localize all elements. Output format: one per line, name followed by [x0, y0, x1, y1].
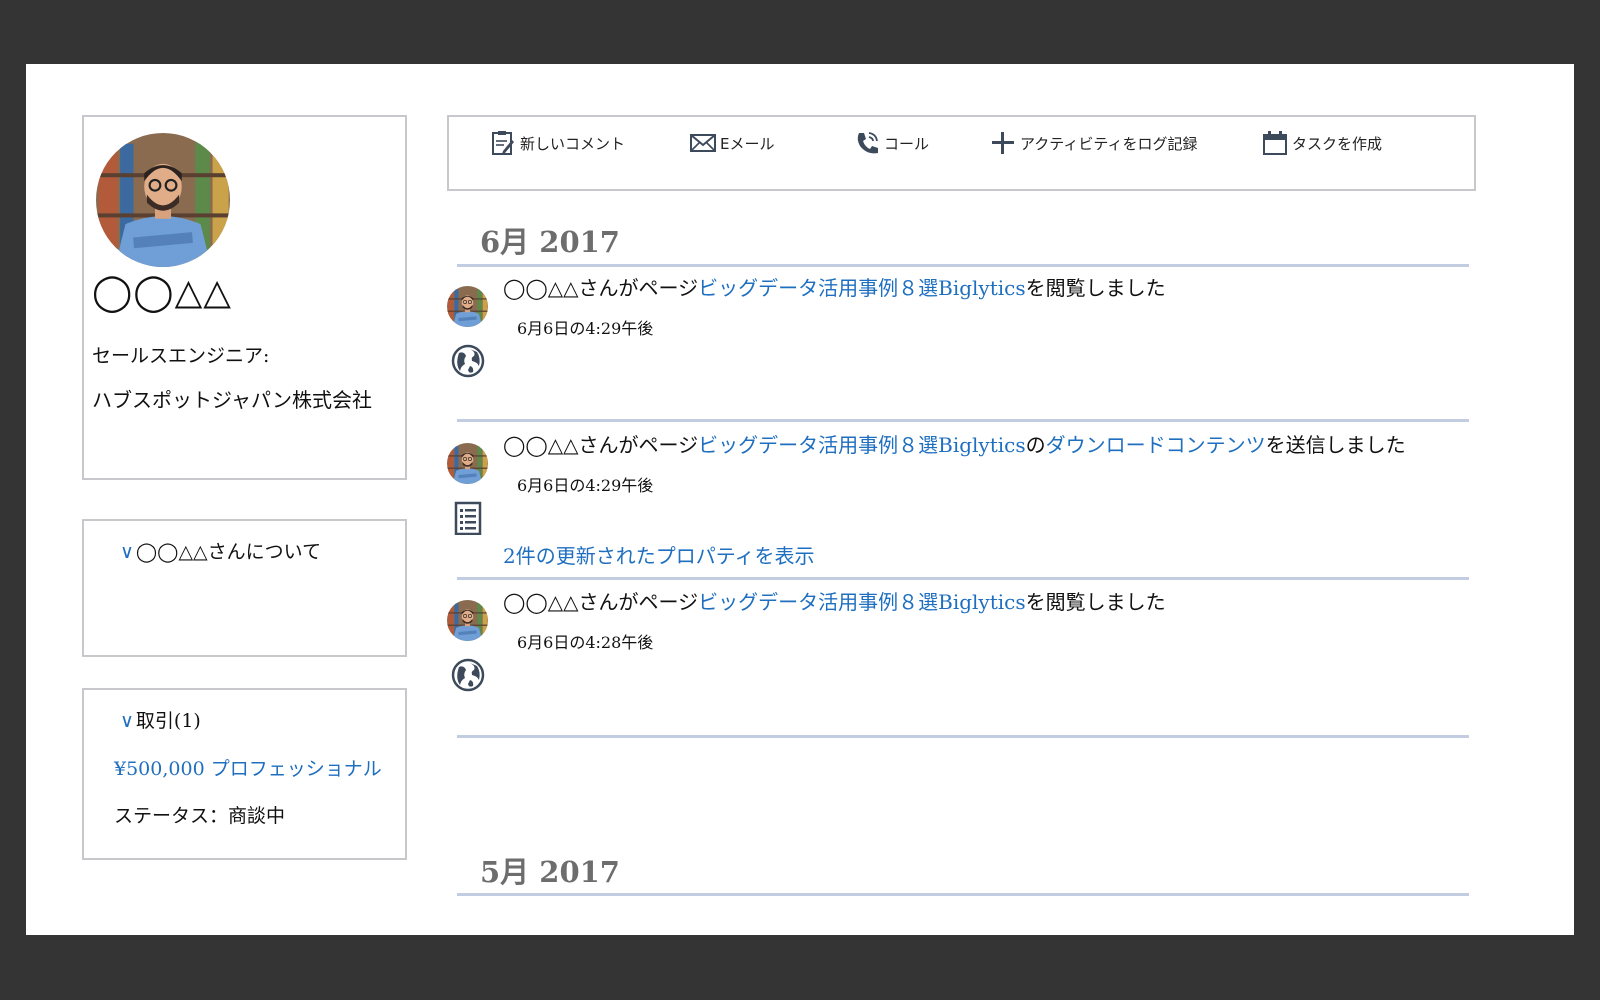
- avatar: [447, 600, 488, 641]
- item-divider: [457, 735, 1469, 738]
- page-link[interactable]: ビッグデータ活用事例８選Biglytics: [698, 276, 1026, 300]
- about-section-card: ∨ ◯◯△△さんについて: [82, 519, 407, 657]
- deals-section-card: ∨ 取引(1) ¥500,000 プロフェッショナル ステータス：商談中: [82, 688, 407, 860]
- about-section-label: ◯◯△△さんについて: [135, 541, 322, 563]
- deals-section-toggle[interactable]: ∨ 取引(1): [120, 706, 201, 733]
- email-label: Eメール: [720, 134, 775, 153]
- activity-text: を閲覧しました: [1025, 276, 1166, 300]
- deals-section-label: 取引(1): [135, 710, 201, 732]
- activity-text: を送信しました: [1265, 433, 1406, 457]
- deal-status: ステータス：商談中: [114, 805, 286, 827]
- globe-icon: [451, 344, 485, 378]
- month-header: 5月 2017: [480, 855, 620, 889]
- month-header: 6月 2017: [480, 225, 620, 259]
- call-label: コール: [884, 134, 930, 153]
- activity-description: ◯◯△△さんがページビッグデータ活用事例８選Biglyticsのダウンロードコン…: [503, 429, 1406, 458]
- plus-icon: [992, 132, 1014, 154]
- note-edit-icon: [492, 131, 514, 155]
- about-section-toggle[interactable]: ∨ ◯◯△△さんについて: [120, 537, 321, 564]
- activity-description: ◯◯△△さんがページビッグデータ活用事例８選Biglyticsを閲覧しました: [503, 586, 1166, 615]
- month-divider: [457, 264, 1469, 267]
- activity-toolbar: 新しいコメント Eメール コール アクティビティをログ記録 タスクを作成: [447, 115, 1476, 191]
- show-properties-link[interactable]: 2件の更新されたプロパティを表示: [503, 540, 815, 569]
- chevron-down-icon: ∨: [120, 710, 134, 732]
- log-activity-button[interactable]: アクティビティをログ記録: [989, 129, 1197, 157]
- activity-timestamp: 6月6日の4:28午後: [517, 633, 654, 652]
- calendar-icon: [1263, 131, 1287, 155]
- create-task-label: タスクを作成: [1292, 134, 1383, 153]
- globe-icon: [451, 658, 485, 692]
- chevron-down-icon: ∨: [120, 541, 134, 563]
- call-button[interactable]: コール: [853, 129, 929, 157]
- page-link[interactable]: ビッグデータ活用事例８選Biglytics: [698, 433, 1026, 457]
- content-link[interactable]: ダウンロードコンテンツ: [1046, 433, 1266, 457]
- contact-name: ◯◯△△: [92, 272, 232, 313]
- form-icon: [454, 501, 482, 535]
- activity-text: ◯◯△△さんがページ: [503, 276, 699, 300]
- activity-description: ◯◯△△さんがページビッグデータ活用事例８選Biglyticsを閲覧しました: [503, 272, 1166, 301]
- activity-text: の: [1025, 433, 1046, 457]
- envelope-icon: [690, 134, 716, 152]
- page-link[interactable]: ビッグデータ活用事例８選Biglytics: [698, 590, 1026, 614]
- new-comment-button[interactable]: 新しいコメント: [489, 129, 625, 157]
- activity-text: を閲覧しました: [1025, 590, 1166, 614]
- email-button[interactable]: Eメール: [689, 129, 774, 157]
- slide-canvas: ◯◯△△ セールスエンジニア: ハブスポットジャパン株式会社 ∨ ◯◯△△さんにつ…: [26, 64, 1574, 935]
- create-task-button[interactable]: タスクを作成: [1261, 129, 1382, 157]
- activity-timestamp: 6月6日の4:29午後: [517, 319, 654, 338]
- log-activity-label: アクティビティをログ記録: [1020, 134, 1198, 153]
- contact-avatar: [96, 133, 230, 267]
- activity-text: ◯◯△△さんがページ: [503, 433, 699, 457]
- contact-profile-card: ◯◯△△ セールスエンジニア: ハブスポットジャパン株式会社: [82, 115, 407, 480]
- deal-link[interactable]: ¥500,000 プロフェッショナル: [114, 754, 382, 781]
- month-divider: [457, 893, 1469, 896]
- item-divider: [457, 419, 1469, 422]
- activity-timestamp: 6月6日の4:29午後: [517, 476, 654, 495]
- item-divider: [457, 577, 1469, 580]
- activity-text: ◯◯△△さんがページ: [503, 590, 699, 614]
- phone-icon: [857, 132, 878, 154]
- new-comment-label: 新しいコメント: [520, 134, 626, 153]
- contact-company: ハブスポットジャパン株式会社: [92, 388, 372, 412]
- avatar: [447, 443, 488, 484]
- avatar: [447, 286, 488, 327]
- contact-job-title: セールスエンジニア:: [92, 345, 270, 367]
